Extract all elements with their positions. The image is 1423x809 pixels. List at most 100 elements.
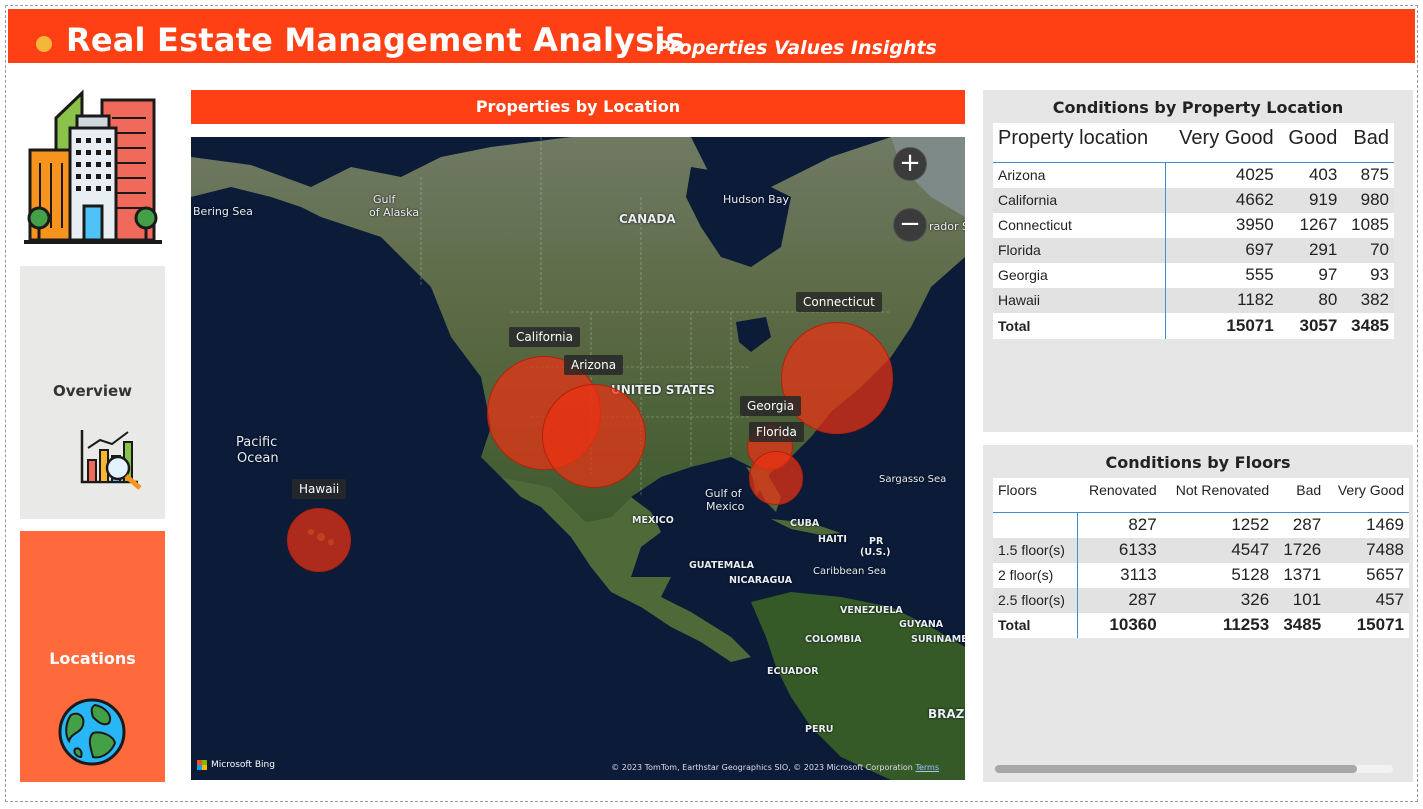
table-row[interactable]: California 4662 919 980 bbox=[993, 187, 1394, 213]
map-label: Pacific bbox=[236, 435, 278, 450]
table-total-row: Total 10360 11253 3485 15071 bbox=[993, 612, 1409, 638]
map-tooltip-connecticut: Connecticut bbox=[796, 292, 882, 312]
header-dot-icon bbox=[36, 36, 52, 52]
map-label: PERU bbox=[805, 724, 834, 735]
location-conditions-panel: Conditions by Property Location Property… bbox=[983, 90, 1413, 432]
table-cell: 10360 bbox=[1077, 612, 1162, 638]
location-conditions-table: Property location Very Good Good Bad Ari… bbox=[993, 123, 1394, 339]
map-tooltip-arizona: Arizona bbox=[564, 355, 624, 375]
table-row[interactable]: Arizona 4025 403 875 bbox=[993, 162, 1394, 188]
floors-conditions-table: Floors Renovated Not Renovated Bad Very … bbox=[993, 478, 1409, 638]
terms-link[interactable]: Terms bbox=[915, 763, 939, 772]
table-cell: 382 bbox=[1342, 287, 1394, 313]
nav-locations-button[interactable]: Locations bbox=[20, 531, 165, 782]
table-cell: 1085 bbox=[1342, 212, 1394, 238]
table-row[interactable]: 1.5 floor(s) 6133 4547 1726 7488 bbox=[993, 537, 1409, 563]
map-label: Hudson Bay bbox=[723, 193, 789, 206]
table-cell: 697 bbox=[1165, 237, 1279, 263]
table-cell: Arizona bbox=[993, 162, 1167, 188]
table-cell: 287 bbox=[1077, 587, 1162, 613]
column-header[interactable]: Very Good bbox=[1165, 123, 1279, 163]
table-cell: 7488 bbox=[1326, 537, 1409, 563]
location-table-title: Conditions by Property Location bbox=[1052, 98, 1344, 117]
table-row[interactable]: Georgia 555 97 93 bbox=[993, 262, 1394, 288]
map-label: NICARAGUA bbox=[729, 575, 793, 586]
table-cell: 4662 bbox=[1165, 187, 1279, 213]
table-row[interactable]: 2.5 floor(s) 287 326 101 457 bbox=[993, 587, 1409, 613]
map-label: CANADA bbox=[619, 212, 676, 226]
map-bubble-arizona[interactable] bbox=[542, 384, 646, 488]
table-cell: 15071 bbox=[1165, 312, 1279, 339]
table-total-row: Total 15071 3057 3485 bbox=[993, 312, 1394, 339]
nav-overview-button[interactable]: Overview bbox=[20, 266, 165, 519]
table-cell: 1371 bbox=[1274, 562, 1327, 588]
horizontal-scrollbar[interactable] bbox=[995, 765, 1393, 773]
location-map[interactable]: Bering Sea Gulf of Alaska CANADA Hudson … bbox=[191, 137, 965, 780]
map-label: ECUADOR bbox=[767, 666, 819, 677]
table-cell: 1.5 floor(s) bbox=[993, 537, 1078, 563]
table-cell: California bbox=[993, 187, 1167, 213]
table-row[interactable]: Hawaii 1182 80 382 bbox=[993, 287, 1394, 313]
map-bubble-connecticut[interactable] bbox=[781, 322, 893, 434]
map-tooltip-georgia: Georgia bbox=[740, 396, 802, 416]
zoom-out-button[interactable]: − bbox=[893, 208, 927, 242]
table-cell: 291 bbox=[1278, 237, 1343, 263]
globe-icon bbox=[57, 697, 127, 767]
table-cell: 2.5 floor(s) bbox=[993, 587, 1078, 613]
table-cell: 1252 bbox=[1161, 512, 1275, 538]
column-header[interactable]: Not Renovated bbox=[1161, 478, 1275, 513]
table-cell: 93 bbox=[1342, 262, 1394, 288]
map-label: BRAZ bbox=[928, 707, 965, 721]
map-tooltip-california: California bbox=[509, 327, 580, 347]
map-label: CUBA bbox=[790, 518, 820, 529]
map-title: Properties by Location bbox=[191, 90, 965, 124]
column-header[interactable]: Very Good bbox=[1326, 478, 1409, 513]
map-bubble-hawaii[interactable] bbox=[287, 508, 351, 572]
buildings-icon bbox=[22, 88, 164, 250]
table-row[interactable]: Florida 697 291 70 bbox=[993, 237, 1394, 263]
column-header[interactable]: Good bbox=[1278, 123, 1343, 163]
analytics-chart-icon bbox=[78, 428, 148, 494]
column-header[interactable]: Bad bbox=[1274, 478, 1327, 513]
table-cell: Connecticut bbox=[993, 212, 1167, 238]
table-cell: Total bbox=[993, 312, 1167, 339]
column-header[interactable]: Floors bbox=[993, 478, 1078, 513]
nav-locations-label: Locations bbox=[49, 649, 136, 668]
table-cell: 11253 bbox=[1161, 612, 1275, 638]
map-label: Bering Sea bbox=[193, 205, 253, 218]
column-header[interactable]: Renovated bbox=[1077, 478, 1162, 513]
map-label: Ocean bbox=[237, 451, 279, 466]
table-cell: 3485 bbox=[1274, 612, 1327, 638]
column-header[interactable]: Bad bbox=[1342, 123, 1394, 163]
table-cell: 1726 bbox=[1274, 537, 1327, 563]
map-label: of Alaska bbox=[369, 206, 420, 219]
table-cell: 1267 bbox=[1278, 212, 1343, 238]
table-row[interactable]: Connecticut 3950 1267 1085 bbox=[993, 212, 1394, 238]
map-label: MEXICO bbox=[632, 515, 674, 526]
table-cell: 5128 bbox=[1161, 562, 1275, 588]
page-title: Real Estate Management Analysis bbox=[66, 21, 685, 59]
map-label: (U.S.) bbox=[860, 547, 891, 558]
map-copyright: © 2023 TomTom, Earthstar Geographics SIO… bbox=[611, 763, 939, 772]
map-label: Gulf of bbox=[705, 487, 742, 500]
scrollbar-thumb[interactable] bbox=[995, 765, 1357, 773]
report-header: Real Estate Management Analysis Properti… bbox=[8, 9, 1415, 63]
table-cell: 97 bbox=[1278, 262, 1343, 288]
table-cell: 15071 bbox=[1326, 612, 1409, 638]
table-row[interactable]: 2 floor(s) 3113 5128 1371 5657 bbox=[993, 562, 1409, 588]
table-cell: 3950 bbox=[1165, 212, 1279, 238]
table-cell bbox=[993, 512, 1078, 538]
table-cell: Georgia bbox=[993, 262, 1167, 288]
map-bubble-florida[interactable] bbox=[749, 451, 803, 505]
zoom-in-button[interactable]: + bbox=[893, 147, 927, 181]
column-header[interactable]: Property location bbox=[993, 123, 1166, 163]
table-cell: Total bbox=[993, 612, 1078, 638]
table-cell: 326 bbox=[1161, 587, 1275, 613]
table-cell: 980 bbox=[1342, 187, 1394, 213]
map-label: VENEZUELA bbox=[840, 605, 903, 616]
table-header-row: Floors Renovated Not Renovated Bad Very … bbox=[993, 478, 1409, 513]
map-label: rador Sea bbox=[929, 220, 965, 233]
map-label: PR bbox=[869, 536, 884, 547]
table-cell: 3113 bbox=[1077, 562, 1162, 588]
table-row[interactable]: 827 1252 287 1469 bbox=[993, 512, 1409, 538]
